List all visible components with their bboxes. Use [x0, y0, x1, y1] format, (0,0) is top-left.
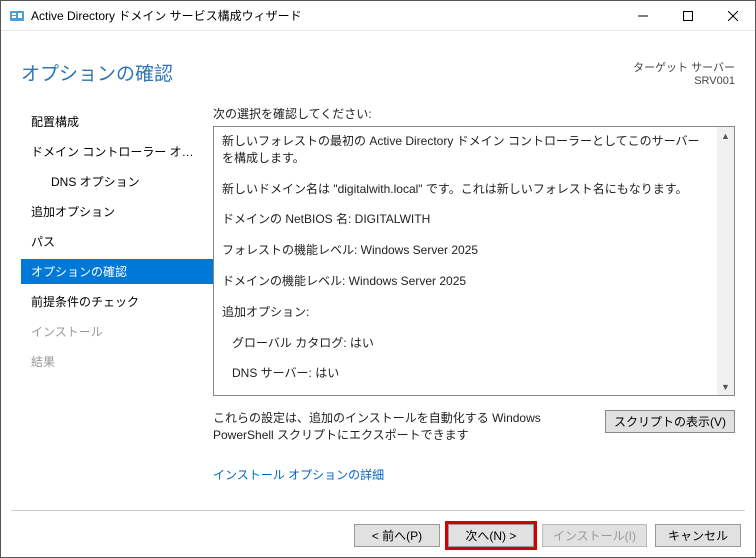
window-controls [620, 1, 755, 31]
target-server-name: SRV001 [633, 75, 735, 87]
summary-text: 新しいフォレストの最初の Active Directory ドメイン コントロー… [214, 127, 734, 396]
scrollbar[interactable]: ▲ ▼ [717, 127, 734, 395]
next-button[interactable]: 次へ(N) > [448, 524, 534, 547]
sidebar: 配置構成 ドメイン コントローラー オプシ... DNS オプション 追加オプシ… [21, 105, 213, 485]
scroll-up-icon[interactable]: ▲ [717, 127, 734, 144]
install-options-details-link[interactable]: インストール オプションの詳細 [213, 466, 735, 483]
window-title: Active Directory ドメイン サービス構成ウィザード [31, 7, 620, 24]
sidebar-item-review-options[interactable]: オプションの確認 [21, 259, 213, 284]
target-server: ターゲット サーバー SRV001 [633, 59, 735, 87]
titlebar: Active Directory ドメイン サービス構成ウィザード [1, 1, 755, 31]
body: 配置構成 ドメイン コントローラー オプシ... DNS オプション 追加オプシ… [1, 105, 755, 485]
summary-box: 新しいフォレストの最初の Active Directory ドメイン コントロー… [213, 126, 735, 396]
install-button: インストール(I) [542, 524, 647, 547]
summary-line: 追加オプション: [222, 304, 710, 321]
header: オプションの確認 ターゲット サーバー SRV001 [1, 31, 755, 105]
summary-line: フォレストの機能レベル: Windows Server 2025 [222, 242, 710, 259]
cancel-button[interactable]: キャンセル [655, 524, 741, 547]
scroll-down-icon[interactable]: ▼ [717, 378, 734, 395]
sidebar-item-dc-options[interactable]: ドメイン コントローラー オプシ... [21, 139, 213, 164]
scroll-track[interactable] [717, 144, 734, 378]
content-area: 次の選択を確認してください: 新しいフォレストの最初の Active Direc… [213, 105, 755, 485]
sidebar-item-results: 結果 [21, 349, 213, 374]
previous-button[interactable]: < 前へ(P) [354, 524, 440, 547]
instruction-text: 次の選択を確認してください: [213, 105, 735, 122]
app-icon [9, 8, 25, 24]
footer-buttons: < 前へ(P) 次へ(N) > インストール(I) キャンセル [354, 524, 741, 547]
export-row: これらの設定は、追加のインストールを自動化する Windows PowerShe… [213, 410, 735, 444]
maximize-button[interactable] [665, 1, 710, 31]
export-text: これらの設定は、追加のインストールを自動化する Windows PowerShe… [213, 410, 593, 444]
summary-line: 新しいフォレストの最初の Active Directory ドメイン コントロー… [222, 133, 710, 167]
target-server-label: ターゲット サーバー [633, 59, 735, 75]
sidebar-item-paths[interactable]: パス [21, 229, 213, 254]
minimize-button[interactable] [620, 1, 665, 31]
page-title: オプションの確認 [21, 59, 173, 87]
summary-line: ドメインの機能レベル: Windows Server 2025 [222, 273, 710, 290]
summary-line: DNS サーバー: はい [222, 365, 710, 382]
sidebar-item-prereq-check[interactable]: 前提条件のチェック [21, 289, 213, 314]
footer-separator [11, 510, 745, 511]
sidebar-item-deployment-config[interactable]: 配置構成 [21, 109, 213, 134]
summary-line: 新しいドメイン名は "digitalwith.local" です。これは新しいフ… [222, 181, 710, 198]
view-script-button[interactable]: スクリプトの表示(V) [605, 410, 735, 433]
summary-line: ドメインの NetBIOS 名: DIGITALWITH [222, 211, 710, 228]
sidebar-item-install: インストール [21, 319, 213, 344]
summary-line: グローバル カタログ: はい [222, 335, 710, 352]
sidebar-item-dns-options[interactable]: DNS オプション [21, 169, 213, 194]
close-button[interactable] [710, 1, 755, 31]
sidebar-item-additional-options[interactable]: 追加オプション [21, 199, 213, 224]
